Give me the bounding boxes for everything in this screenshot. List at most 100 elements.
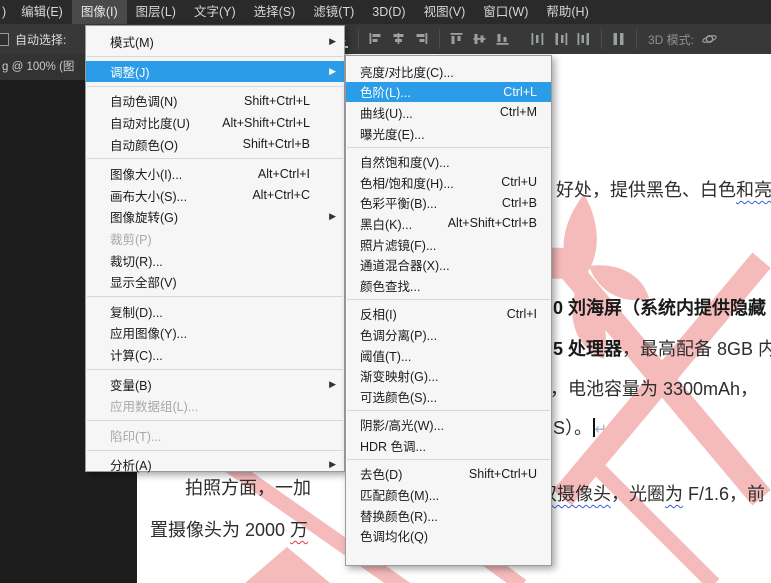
text-segment: ，光圈 bbox=[611, 484, 665, 504]
menu-item-label: 替换颜色(R)... bbox=[360, 509, 438, 524]
menu-item[interactable]: HDR 色调... bbox=[346, 435, 551, 456]
menu-item-shortcut: Alt+Ctrl+I bbox=[257, 166, 310, 181]
menu-item-label: 匹配颜色(M)... bbox=[360, 489, 440, 504]
menu-item-label: 颜色查找... bbox=[360, 279, 421, 294]
menu-item[interactable]: 色调均化(Q) bbox=[346, 525, 551, 546]
menu-item[interactable]: 应用图像(Y)... bbox=[86, 322, 344, 344]
menubar-item-10[interactable]: 帮助(H) bbox=[537, 0, 597, 24]
document-text-line: 5 处理器，最高配备 8GB 内 bbox=[553, 335, 771, 361]
menu-item[interactable]: 替换颜色(R)... bbox=[346, 505, 551, 526]
document-text-line: 0 刘海屏（系统内提供隐藏 bbox=[553, 294, 766, 320]
menu-separator bbox=[347, 459, 550, 461]
menu-item[interactable]: 显示全部(V) bbox=[86, 271, 344, 293]
menu-item[interactable]: 色相/饱和度(H)... Ctrl+U bbox=[346, 172, 551, 193]
menu-item[interactable]: 色彩平衡(B)... Ctrl+B bbox=[346, 193, 551, 214]
3d-mode-label: 3D 模式: bbox=[648, 32, 695, 47]
align-left-edges-icon[interactable] bbox=[368, 32, 383, 46]
menubar-item-6[interactable]: 滤镜(T) bbox=[304, 0, 363, 24]
menu-item-label: 阈值(T)... bbox=[360, 349, 412, 364]
menu-item[interactable]: 变量(B) ▶ bbox=[86, 373, 344, 395]
menu-separator bbox=[87, 85, 343, 87]
toolbar-separator bbox=[636, 29, 637, 49]
menu-item[interactable]: 图像旋转(G) ▶ bbox=[86, 206, 344, 228]
image-menu-dropdown: 模式(M) ▶ 调整(J) ▶ 自动色调(N) Shift+Ctrl+L 自动对比度(U) A… bbox=[85, 25, 345, 473]
menu-item-shortcut: Shift+Ctrl+L bbox=[243, 93, 310, 108]
document-text-line: 置摄像头为 2000 万 bbox=[150, 516, 308, 542]
menubar-item-9[interactable]: 窗口(W) bbox=[474, 0, 537, 24]
menu-item-shortcut: Alt+Shift+Ctrl+L bbox=[222, 115, 310, 130]
menubar-item-4[interactable]: 文字(Y) bbox=[185, 0, 245, 24]
menu-item[interactable]: 图像大小(I)... Alt+Ctrl+I bbox=[86, 163, 344, 185]
text-segment: 好处，提供黑色、白色 bbox=[556, 180, 736, 200]
menubar-item-5[interactable]: 选择(S) bbox=[245, 0, 305, 24]
3d-orbit-icon[interactable] bbox=[702, 32, 717, 46]
menu-item-label: 通道混合器(X)... bbox=[360, 259, 450, 274]
menu-item[interactable]: 通道混合器(X)... bbox=[346, 254, 551, 275]
menu-item[interactable]: 去色(D) Shift+Ctrl+U bbox=[346, 464, 551, 485]
menubar-item-2[interactable]: 图像(I) bbox=[71, 0, 127, 24]
menu-item[interactable]: 阈值(T)... bbox=[346, 345, 551, 366]
align-bottom-edges-icon[interactable] bbox=[495, 32, 510, 46]
menu-item-label: 反相(I) bbox=[360, 308, 397, 323]
menu-item-label: 色阶(L)... bbox=[360, 86, 411, 101]
text-segment: S）。 bbox=[553, 418, 593, 438]
menu-item[interactable]: 自动颜色(O) Shift+Ctrl+B bbox=[86, 133, 344, 155]
menu-item[interactable]: 分析(A) ▶ bbox=[86, 454, 344, 476]
menubar-item-1[interactable]: 编辑(E) bbox=[12, 0, 72, 24]
menu-item-label: 色彩平衡(B)... bbox=[360, 197, 438, 212]
menu-item-shortcut: Shift+Ctrl+U bbox=[468, 466, 537, 481]
distribute-spacing-icon[interactable] bbox=[611, 32, 626, 46]
menu-item[interactable]: 模式(M) ▶ bbox=[86, 31, 344, 53]
menu-item-label: 调整(J) bbox=[110, 65, 150, 80]
menu-item-label: 曝光度(E)... bbox=[360, 127, 425, 142]
distribute-horizontal-centers-icon[interactable] bbox=[553, 32, 568, 46]
auto-select-checkbox[interactable] bbox=[0, 32, 9, 46]
menu-item[interactable]: 色调分离(P)... bbox=[346, 324, 551, 345]
menu-item[interactable]: 渐变映射(G)... bbox=[346, 365, 551, 386]
menu-item[interactable]: 自动色调(N) Shift+Ctrl+L bbox=[86, 90, 344, 112]
menu-item-shortcut: Alt+Ctrl+C bbox=[252, 188, 310, 203]
menu-item[interactable]: 可选颜色(S)... bbox=[346, 386, 551, 407]
menu-item[interactable]: 曝光度(E)... bbox=[346, 123, 551, 144]
menu-item-label: 画布大小(S)... bbox=[110, 189, 188, 204]
align-horizontal-centers-icon[interactable] bbox=[391, 32, 406, 46]
align-right-edges-icon[interactable] bbox=[414, 32, 429, 46]
menu-item-label: 图像旋转(G) bbox=[110, 211, 179, 226]
menu-item-shortcut: Ctrl+B bbox=[501, 195, 537, 210]
toolbar-separator bbox=[358, 29, 359, 49]
distribute-left-edges-icon[interactable] bbox=[530, 32, 545, 46]
menu-item[interactable]: 自动对比度(U) Alt+Shift+Ctrl+L bbox=[86, 112, 344, 134]
menubar-item-3[interactable]: 图层(L) bbox=[127, 0, 185, 24]
menu-item-shortcut: Ctrl+U bbox=[501, 175, 537, 190]
align-top-edges-icon[interactable] bbox=[449, 32, 464, 46]
menubar-item-8[interactable]: 视图(V) bbox=[415, 0, 475, 24]
distribute-right-edges-icon[interactable] bbox=[576, 32, 591, 46]
menubar-item-7[interactable]: 3D(D) bbox=[363, 0, 414, 24]
menu-item-label: 自动对比度(U) bbox=[110, 117, 190, 132]
text-segment: 万 bbox=[290, 520, 309, 540]
menu-item[interactable]: 亮度/对比度(C)... bbox=[346, 61, 551, 82]
menu-item[interactable]: 复制(D)... bbox=[86, 301, 344, 323]
adjustments-submenu: 亮度/对比度(C)... 色阶(L)... Ctrl+L 曲线(U)... Ctrl+M… bbox=[345, 55, 552, 566]
menu-item-label: 亮度/对比度(C)... bbox=[360, 65, 454, 80]
menu-item-label: 色调分离(P)... bbox=[360, 328, 438, 343]
menu-item[interactable]: 阴影/高光(W)... bbox=[346, 415, 551, 436]
toolbar-separator bbox=[601, 29, 602, 49]
menu-item[interactable]: 裁切(R)... bbox=[86, 249, 344, 271]
menu-item[interactable]: 反相(I) Ctrl+I bbox=[346, 304, 551, 325]
align-vertical-centers-icon[interactable] bbox=[472, 32, 487, 46]
menu-item[interactable]: 自然饱和度(V)... bbox=[346, 151, 551, 172]
menu-item[interactable]: 调整(J) ▶ bbox=[86, 60, 344, 83]
menu-item[interactable]: 计算(C)... bbox=[86, 344, 344, 366]
menubar-item-0[interactable]: ) bbox=[0, 0, 12, 24]
menu-item-label: 自动色调(N) bbox=[110, 95, 178, 110]
menu-item[interactable]: 匹配颜色(M)... bbox=[346, 484, 551, 505]
menu-item[interactable]: 曲线(U)... Ctrl+M bbox=[346, 102, 551, 123]
menu-item[interactable]: 照片滤镜(F)... bbox=[346, 234, 551, 255]
menu-item[interactable]: 颜色查找... bbox=[346, 275, 551, 296]
menu-item[interactable]: 画布大小(S)... Alt+Ctrl+C bbox=[86, 185, 344, 207]
photoshop-window: ) 编辑(E) 图像(I) 图层(L) 文字(Y) 选择(S) 滤镜(T) 3D(D) 视图(V… bbox=[0, 0, 771, 583]
menu-item[interactable]: 色阶(L)... Ctrl+L bbox=[346, 81, 551, 103]
menu-item-label: 可选颜色(S)... bbox=[360, 390, 438, 405]
menu-item[interactable]: 黑白(K)... Alt+Shift+Ctrl+B bbox=[346, 213, 551, 234]
